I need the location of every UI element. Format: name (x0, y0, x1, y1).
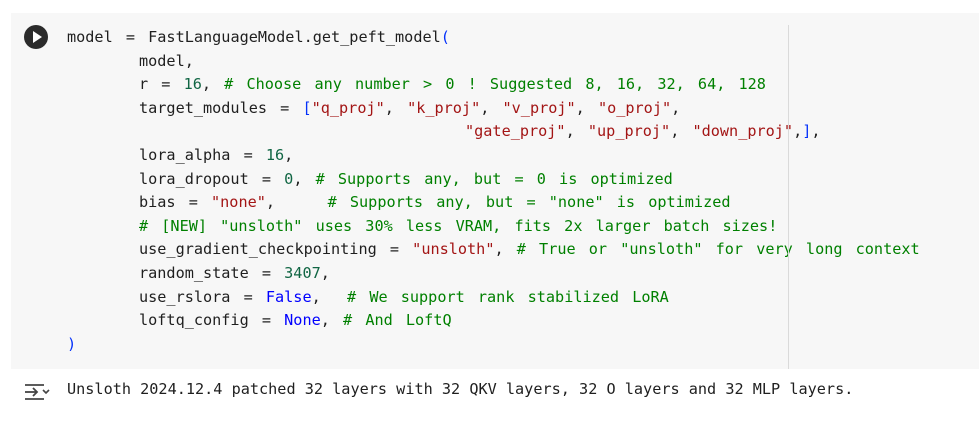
string-literal: "q_proj" (311, 98, 385, 117)
code-line: model, (67, 50, 920, 74)
code-comment: # Choose any number > 0 ! Suggested 8, 1… (224, 75, 766, 94)
code-comment: # And LoftQ (343, 311, 452, 330)
run-cell-button[interactable] (24, 25, 48, 49)
string-literal: "v_proj" (502, 98, 576, 117)
code-comment: # True or "unsloth" for very long contex… (516, 240, 920, 259)
code-line: loftq_config = None, # And LoftQ (67, 309, 920, 333)
code-comment: # Supports any, but = "none" is optimize… (327, 193, 731, 212)
number-literal: 16 (265, 145, 285, 164)
output-toggle-icon[interactable] (22, 381, 50, 403)
cell-output: Unsloth 2024.12.4 patched 32 layers with… (22, 378, 962, 406)
code-text: , (793, 122, 803, 141)
code-text: , (320, 311, 344, 330)
constant-literal: False (265, 287, 312, 306)
string-literal: "gate_proj" (465, 122, 566, 141)
line-length-ruler (788, 25, 789, 369)
code-text: lora_dropout = (139, 169, 285, 188)
code-text: , (311, 287, 348, 306)
code-line: bias = "none", # Supports any, but = "no… (67, 191, 920, 215)
code-line: lora_alpha = 16, (67, 144, 920, 168)
string-literal: "k_proj" (407, 98, 481, 117)
code-text: use_rslora = (139, 287, 266, 306)
code-text: , (320, 263, 330, 282)
code-text: , (575, 98, 598, 117)
code-text: model = FastLanguageModel.get_peft_model (67, 28, 441, 46)
code-text: , (671, 98, 681, 117)
code-editor[interactable]: model = FastLanguageModel.get_peft_model… (67, 26, 920, 356)
code-line: "gate_proj", "up_proj", "down_proj",], (67, 120, 920, 144)
string-literal: "up_proj" (587, 122, 671, 141)
string-literal: "none" (211, 193, 266, 212)
code-text: , (265, 193, 328, 212)
code-text: use_gradient_checkpointing = (139, 240, 413, 259)
string-literal: "o_proj" (597, 98, 672, 117)
number-literal: 3407 (284, 263, 321, 282)
code-text: bias = (139, 193, 212, 212)
code-text: , (811, 122, 821, 141)
bracket: [ (302, 98, 312, 117)
code-comment: # Supports any, but = 0 is optimized (315, 169, 673, 188)
code-text: , (284, 145, 294, 164)
code-line: # [NEW] "unsloth" uses 30% less VRAM, fi… (67, 215, 920, 239)
code-text: random_state = (139, 263, 285, 282)
code-text: loftq_config = (139, 311, 285, 330)
code-line: ) (67, 333, 920, 357)
number-literal: 0 (284, 169, 294, 188)
code-text: target_modules = (139, 98, 303, 117)
code-text: , (494, 240, 517, 259)
code-text: , (201, 75, 225, 94)
code-line: random_state = 3407, (67, 262, 920, 286)
code-text: , (565, 122, 588, 141)
number-literal: 16 (183, 75, 202, 94)
code-text: , (384, 98, 408, 117)
code-text: , (670, 122, 693, 141)
code-line: use_gradient_checkpointing = "unsloth", … (67, 238, 920, 262)
code-line: target_modules = ["q_proj", "k_proj", "v… (67, 97, 920, 121)
code-text: r = (139, 75, 184, 94)
code-text: , (480, 98, 503, 117)
code-text: lora_alpha = (139, 145, 266, 164)
code-line: use_rslora = False, # We support rank st… (67, 286, 920, 310)
string-literal: "unsloth" (412, 240, 495, 259)
constant-literal: None (284, 311, 321, 330)
code-comment: # [NEW] "unsloth" uses 30% less VRAM, fi… (139, 216, 778, 235)
string-literal: "down_proj" (692, 122, 794, 141)
code-text: model, (139, 51, 194, 70)
output-text: Unsloth 2024.12.4 patched 32 layers with… (67, 380, 854, 398)
code-line: model = FastLanguageModel.get_peft_model… (67, 26, 920, 50)
code-cell[interactable]: model = FastLanguageModel.get_peft_model… (11, 13, 979, 369)
bracket: ( (440, 28, 450, 46)
code-text: , (293, 169, 316, 188)
bracket: ) (67, 334, 77, 353)
code-comment: # We support rank stabilized LoRA (347, 287, 669, 306)
code-line: lora_dropout = 0, # Supports any, but = … (67, 168, 920, 192)
code-line: r = 16, # Choose any number > 0 ! Sugges… (67, 73, 920, 97)
